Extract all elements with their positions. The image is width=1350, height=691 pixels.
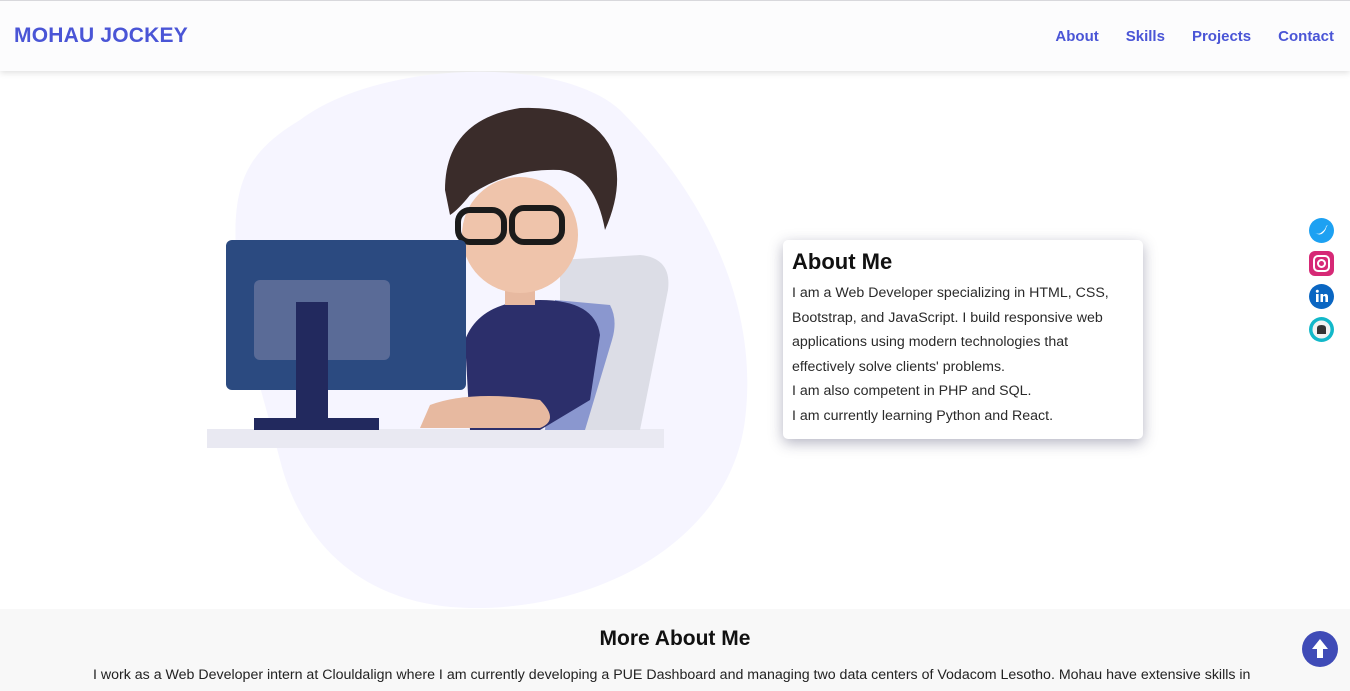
- about-card: About Me I am a Web Developer specializi…: [783, 240, 1143, 439]
- instagram-link[interactable]: [1309, 251, 1334, 276]
- twitter-icon: [1309, 218, 1334, 243]
- about-line-1: I am a Web Developer specializing in HTM…: [792, 285, 1109, 375]
- github-icon: [1309, 317, 1334, 342]
- hero-illustration: [207, 71, 748, 609]
- about-line-2: I am also competent in PHP and SQL.: [792, 383, 1032, 399]
- linkedin-icon: [1309, 284, 1334, 309]
- monitor-stand: [296, 302, 328, 430]
- instagram-icon: [1309, 251, 1334, 276]
- back-to-top-button[interactable]: [1302, 631, 1338, 667]
- linkedin-link[interactable]: [1309, 284, 1334, 309]
- about-line-3: I am currently learning Python and React…: [792, 407, 1054, 424]
- more-about-section: More About Me I work as a Web Developer …: [0, 609, 1350, 691]
- arrow-up-icon: [1312, 639, 1328, 658]
- more-about-text: I work as a Web Developer intern at Clou…: [93, 667, 1251, 683]
- social-links: [1309, 218, 1334, 342]
- about-title: About Me: [792, 249, 893, 274]
- desk: [207, 429, 664, 448]
- github-link[interactable]: [1309, 317, 1334, 342]
- monitor-base: [254, 418, 379, 430]
- more-about-title: More About Me: [599, 627, 751, 650]
- twitter-link[interactable]: [1309, 218, 1334, 243]
